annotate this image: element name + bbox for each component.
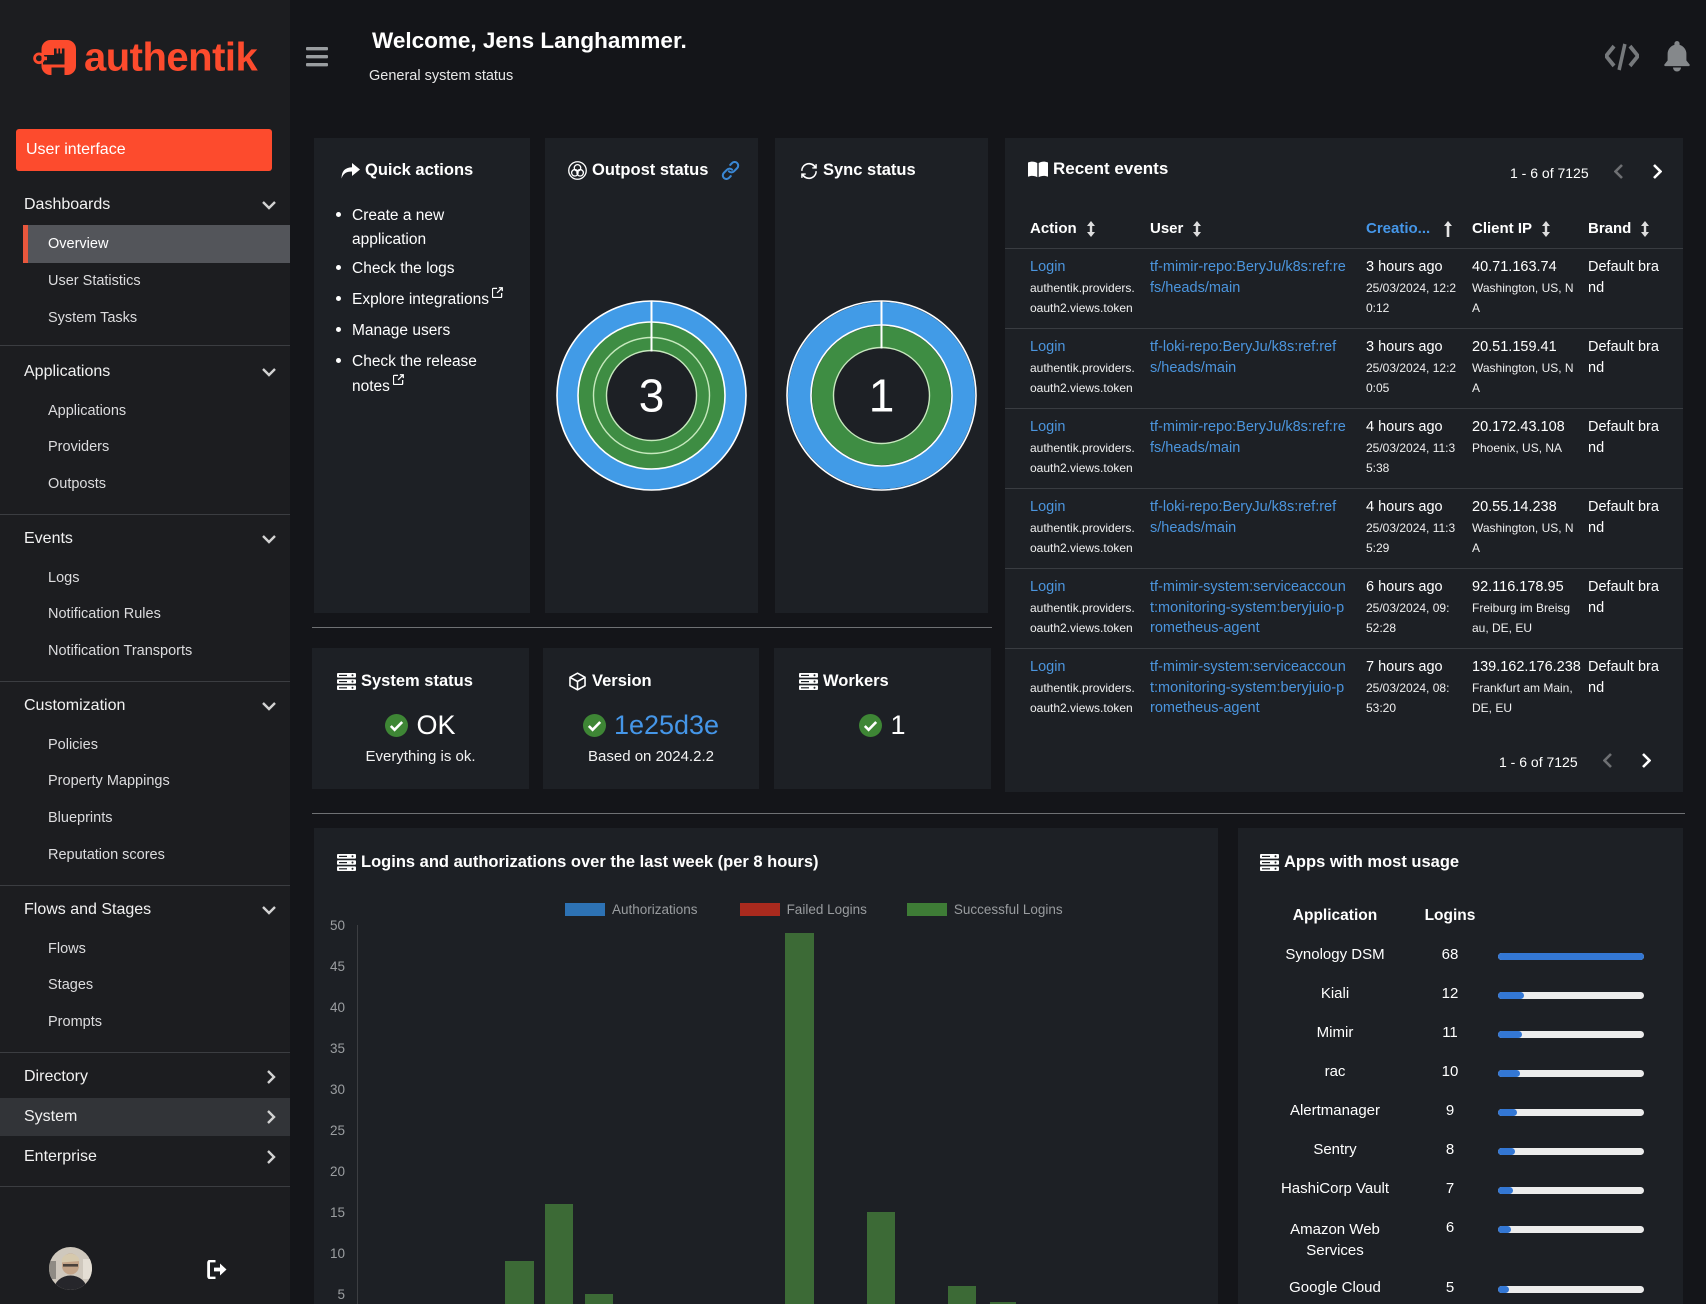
svg-text:authentik: authentik bbox=[84, 36, 259, 80]
svg-text:1: 1 bbox=[869, 370, 895, 422]
svg-text:3: 3 bbox=[639, 370, 665, 422]
